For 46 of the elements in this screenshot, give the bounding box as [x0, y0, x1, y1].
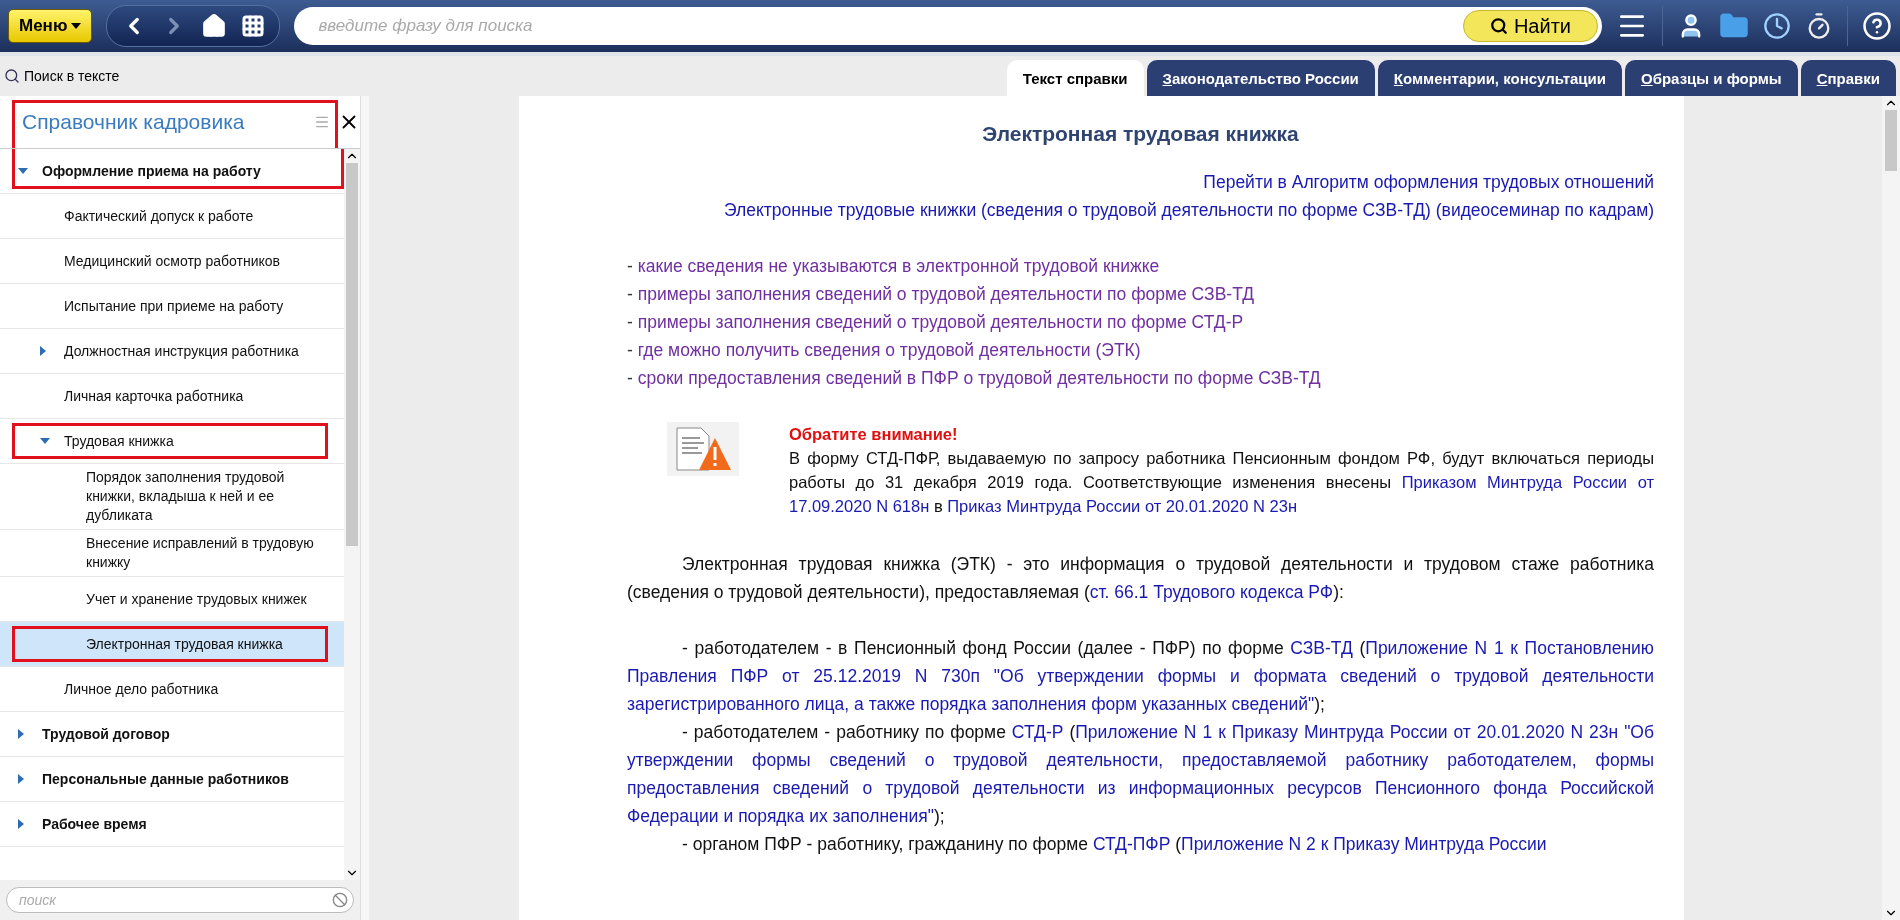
find-button[interactable]: Найти	[1462, 10, 1598, 42]
search-icon	[4, 68, 20, 84]
clock-icon[interactable]	[1763, 12, 1791, 40]
notice-heading: Обратите внимание!	[789, 424, 959, 445]
tab[interactable]: Законодательство России	[1146, 60, 1375, 96]
caret-icon	[71, 23, 82, 29]
expanded-triangle-icon[interactable]	[40, 438, 50, 444]
scrollbar[interactable]	[344, 149, 360, 880]
link[interactable]: - какие сведения не указываются в электронной трудовой книжке	[627, 252, 1654, 280]
clear-icon[interactable]	[332, 892, 348, 908]
collapsed-triangle-icon[interactable]	[18, 729, 24, 739]
tab[interactable]: Текст справки	[1006, 60, 1144, 96]
menu-button[interactable]: Меню	[8, 9, 93, 43]
link[interactable]: - примеры заполнения сведений о трудовой деятельности по форме СЗВ-ТД	[627, 280, 1654, 308]
warning-document-icon	[667, 422, 739, 476]
collapsed-triangle-icon[interactable]	[18, 819, 24, 829]
collapsed-triangle-icon[interactable]	[40, 346, 46, 356]
scroll-thumb[interactable]	[1885, 110, 1897, 172]
paragraph: - работодателем - в Пенсионный фонд России (далее - ПФР) по форме СЗВ-ТД (Приложение N 1 к Постановлению Правления ПФР от 25.12.2019 N 730п "Об утверждении формы и формата сведений о трудовой деятельности зарегистрированного лица, а также порядка заполнения форм указанных сведений");	[627, 637, 1654, 716]
paragraph: - работодателем - работнику по форме СТД-Р (Приложение N 1 к Приказу Минтруда России от 20.01.2020 N 23н "Об утверждении формы сведений о трудовой деятельности, предоставляемой работнику работодателем, формы предоставления сведений о трудовой деятельности из информационных ресурсов Пенсионного фонда Российской Федерации и порядка их заполнения");	[627, 721, 1654, 828]
help-icon[interactable]	[1862, 11, 1892, 41]
tab[interactable]: Комментарии, консультации	[1377, 60, 1622, 96]
search-icon	[1489, 17, 1508, 35]
scroll-thumb[interactable]	[346, 163, 358, 547]
collapsed-triangle-icon[interactable]	[18, 774, 24, 784]
search-field[interactable]: введите фразу для поиска Найти	[294, 7, 1602, 45]
scrollbar[interactable]	[1882, 96, 1900, 920]
link[interactable]: Электронные трудовые книжки (сведения о трудовой деятельности по форме СЗВ-ТД) (видеосеминар по кадрам)	[627, 196, 1654, 224]
tree-item[interactable]: Оформление приема на работу	[0, 149, 344, 194]
tab[interactable]: Справки	[1800, 60, 1896, 96]
notice-body: В форму СТД-ПФР, выдаваемую по запросу работника Пенсионным фондом РФ, будут включаться периоды работы до 31 декабря 2019 года. Соответствующие изменения внесены Приказом Минтруда России от 17.09.2020 N 618н в Приказ Минтруда России от 20.01.2020 N 23н	[789, 449, 1654, 515]
link[interactable]: - сроки предоставления сведений в ПФР о трудовой деятельности по форме СЗВ-ТД	[627, 364, 1654, 392]
link[interactable]: - где можно получить сведения о трудовой деятельности (ЭТК)	[627, 336, 1654, 364]
link[interactable]: Перейти в Алгоритм оформления трудовых отношений	[627, 168, 1654, 196]
expanded-triangle-icon[interactable]	[18, 168, 28, 174]
tree-item[interactable]: Электронная трудовая книжка	[0, 622, 344, 667]
text-search-link[interactable]: Поиск в тексте	[4, 68, 120, 84]
paragraph: Электронная трудовая книжка (ЭТК) - это информация о трудовой деятельности и трудовом стаже работника (сведения о трудовой деятельности), предоставляемая (ст. 66.1 Трудового кодекса РФ):	[627, 553, 1654, 604]
grid-icon[interactable]	[241, 14, 266, 38]
tab[interactable]: Образцы и формы	[1625, 60, 1798, 96]
paragraph: - органом ПФР - работнику, гражданину по форме СТД-ПФР (Приложение N 2 к Приказу Минтруда России	[681, 833, 1548, 856]
sidebar-title: Справочник кадровика	[22, 110, 246, 134]
search-field[interactable]: поиск	[6, 887, 354, 913]
home-icon[interactable]	[201, 13, 228, 39]
document-title: Электронная трудовая книжка	[981, 121, 1300, 147]
link[interactable]: - примеры заполнения сведений о трудовой деятельности по форме СТД-Р	[627, 308, 1654, 336]
